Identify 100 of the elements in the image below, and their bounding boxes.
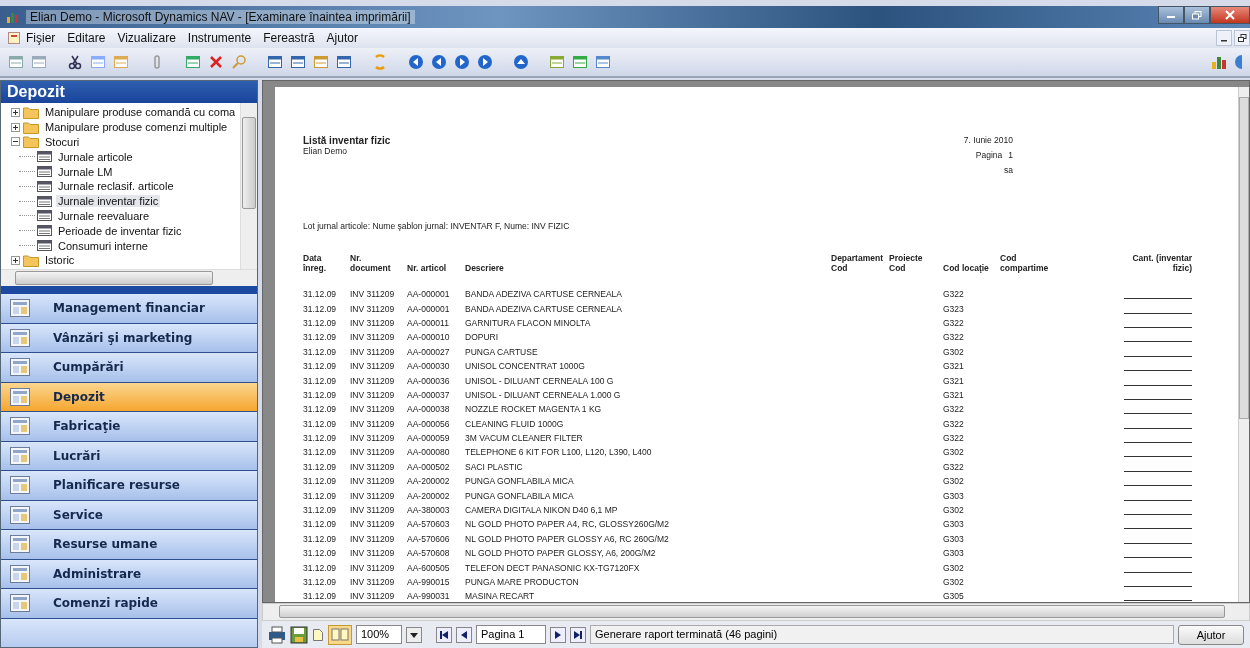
restore-button[interactable] bbox=[1184, 6, 1210, 24]
nav-button[interactable]: Fabricaţie bbox=[1, 412, 257, 442]
menu-item[interactable]: Fişier bbox=[26, 31, 56, 45]
nav-button[interactable]: Planificare resurse bbox=[1, 471, 257, 501]
table-icon[interactable] bbox=[290, 54, 306, 70]
table-cell-text: AA-000080 bbox=[407, 447, 451, 458]
table-icon[interactable] bbox=[595, 54, 611, 70]
collapse-icon[interactable] bbox=[11, 137, 20, 147]
tree-item[interactable]: Istoric bbox=[43, 254, 77, 267]
table-cell-text: CLEANING FLUID 1000G bbox=[465, 418, 565, 429]
tree-item[interactable]: Manipulare produse comenzi multiple bbox=[43, 121, 230, 134]
table-cell-text: NL GOLD PHOTO PAPER GLOSSY A6, RC 260G/M2 bbox=[465, 533, 670, 544]
last-page-icon[interactable] bbox=[570, 626, 586, 643]
first-page-icon[interactable] bbox=[436, 626, 452, 643]
help-button[interactable]: Ajutor bbox=[1178, 624, 1244, 645]
table-cell-text: AA-000502 bbox=[407, 461, 451, 472]
previous-page-icon[interactable] bbox=[456, 626, 472, 643]
up-icon[interactable] bbox=[513, 54, 529, 70]
tree-item[interactable]: Consumuri interne bbox=[56, 239, 150, 252]
table-cell-text: SACI PLASTIC bbox=[465, 461, 524, 472]
window-icon[interactable] bbox=[8, 32, 20, 44]
close-button[interactable] bbox=[1210, 6, 1250, 24]
table-icon[interactable] bbox=[336, 54, 352, 70]
minimize-button[interactable] bbox=[1158, 6, 1184, 24]
report-title: Listă inventar fizic bbox=[303, 135, 391, 146]
table-cell-text: G322 bbox=[943, 317, 965, 328]
column-header: Cod locaţie bbox=[943, 263, 990, 273]
cut-icon[interactable] bbox=[67, 54, 83, 70]
tree-item[interactable]: Manipulare produse comandă cu coma bbox=[43, 106, 238, 119]
next-icon[interactable] bbox=[454, 54, 470, 70]
next-page-icon[interactable] bbox=[550, 626, 566, 643]
table-cell-text: G322 bbox=[943, 289, 965, 300]
last-icon[interactable] bbox=[477, 54, 493, 70]
table-cell-text: DOPURI bbox=[465, 332, 500, 343]
menu-item[interactable]: Ajutor bbox=[326, 31, 358, 45]
module-icon bbox=[9, 445, 31, 466]
tree-item[interactable]: Jurnale reclasif. articole bbox=[56, 180, 176, 193]
tree-item[interactable]: Jurnale reevaluare bbox=[56, 209, 152, 222]
table-cell-text: 31.12.09 bbox=[303, 361, 338, 372]
table-cell-text: INV 311209 bbox=[350, 303, 396, 314]
tree-item[interactable]: Perioade de inventar fizic bbox=[56, 224, 184, 237]
table-cell-text: INV 311209 bbox=[350, 490, 396, 501]
menu-item[interactable]: Instrumente bbox=[187, 31, 252, 45]
expand-icon[interactable] bbox=[11, 122, 20, 132]
first-icon[interactable] bbox=[408, 54, 424, 70]
tree-item[interactable]: Stocuri bbox=[43, 136, 82, 148]
table-icon[interactable] bbox=[267, 54, 283, 70]
table-icon[interactable] bbox=[185, 54, 201, 70]
company-name: Elian Demo bbox=[303, 146, 348, 156]
scrollbar[interactable] bbox=[240, 103, 257, 269]
table-cell-text: PUNGA CARTUSE bbox=[465, 346, 539, 357]
scrollbar[interactable] bbox=[1, 269, 257, 286]
splitter-handle[interactable] bbox=[1, 286, 257, 294]
nav-button[interactable]: Service bbox=[1, 500, 257, 530]
table-cell-text: AA-000059 bbox=[407, 433, 451, 444]
restore-button[interactable] bbox=[1234, 30, 1250, 46]
expand-icon[interactable] bbox=[11, 107, 20, 117]
menu-item[interactable]: Vizualizare bbox=[117, 31, 176, 45]
table-icon[interactable] bbox=[549, 54, 565, 70]
close-icon[interactable] bbox=[208, 54, 224, 70]
nav-button[interactable]: Comenzi rapide bbox=[1, 589, 257, 619]
table-cell-text: G322 bbox=[943, 404, 965, 415]
scrollbar[interactable] bbox=[262, 603, 1250, 621]
module-icon bbox=[9, 327, 31, 348]
table-cell-text: G302 bbox=[943, 505, 965, 516]
nav-button[interactable]: Lucrări bbox=[1, 441, 257, 471]
column-header: Cant. (inventar fizic) bbox=[1131, 253, 1192, 273]
menu-item[interactable]: Fereastră bbox=[263, 31, 315, 45]
minimize-button[interactable] bbox=[1216, 30, 1232, 46]
table-icon bbox=[37, 180, 52, 192]
column-header: Cod compartime bbox=[1000, 253, 1050, 273]
module-icon bbox=[9, 357, 31, 378]
table-cell-text: AA-000010 bbox=[407, 332, 451, 343]
page-field[interactable]: Pagina 1 bbox=[476, 625, 546, 644]
table-cell-text: AA-000030 bbox=[407, 361, 451, 372]
nav-button[interactable]: Management financiar bbox=[1, 294, 257, 324]
menu-item[interactable]: Editare bbox=[67, 31, 106, 45]
table-cell-text: 31.12.09 bbox=[303, 332, 338, 343]
table-icon[interactable] bbox=[572, 54, 588, 70]
nav-button[interactable]: Resurse umane bbox=[1, 530, 257, 560]
zoom-dropdown[interactable]: 100% bbox=[356, 625, 402, 644]
nav-button[interactable]: Cumpărări bbox=[1, 353, 257, 383]
expand-icon[interactable] bbox=[11, 255, 20, 265]
table-cell-text: AA-000036 bbox=[407, 375, 451, 386]
table-cell-text: 31.12.09 bbox=[303, 433, 338, 444]
nav-button[interactable]: Depozit bbox=[1, 382, 257, 412]
previous-icon[interactable] bbox=[431, 54, 447, 70]
table-cell-text: G303 bbox=[943, 519, 965, 530]
tree-item[interactable]: Jurnale inventar fizic bbox=[56, 195, 161, 208]
tree-item[interactable]: Jurnale articole bbox=[56, 150, 135, 163]
single-page-icon[interactable] bbox=[312, 627, 324, 642]
scrollbar[interactable] bbox=[1238, 87, 1249, 602]
nav-button[interactable]: Administrare bbox=[1, 559, 257, 589]
nav-button[interactable]: Vânzări şi marketing bbox=[1, 323, 257, 353]
table-cell-text: G302 bbox=[943, 562, 965, 573]
globe-icon[interactable] bbox=[1234, 54, 1242, 70]
tree-item[interactable]: Jurnale LM bbox=[56, 165, 115, 178]
table-cell-text: G322 bbox=[943, 418, 965, 429]
save-icon[interactable] bbox=[290, 625, 308, 644]
bar-chart-icon[interactable] bbox=[1211, 54, 1227, 70]
